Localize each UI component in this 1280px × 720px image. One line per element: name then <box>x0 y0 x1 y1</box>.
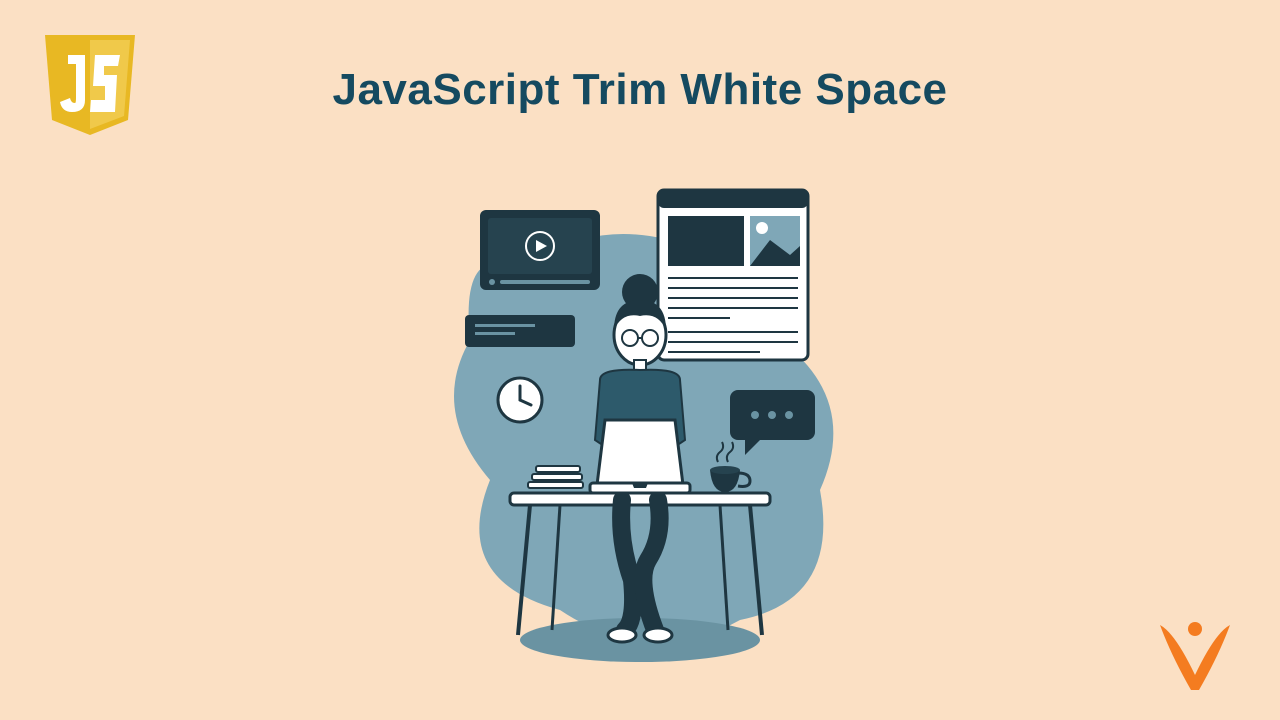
page-title: JavaScript Trim White Space <box>0 65 1280 115</box>
video-player-icon <box>480 210 600 290</box>
brand-logo-icon <box>1155 615 1235 695</box>
main-illustration <box>400 180 880 680</box>
books-icon <box>528 466 583 488</box>
clock-icon <box>498 378 542 422</box>
laptop-icon <box>590 420 690 493</box>
browser-window-icon <box>658 190 808 360</box>
caption-bar-icon <box>465 315 575 347</box>
